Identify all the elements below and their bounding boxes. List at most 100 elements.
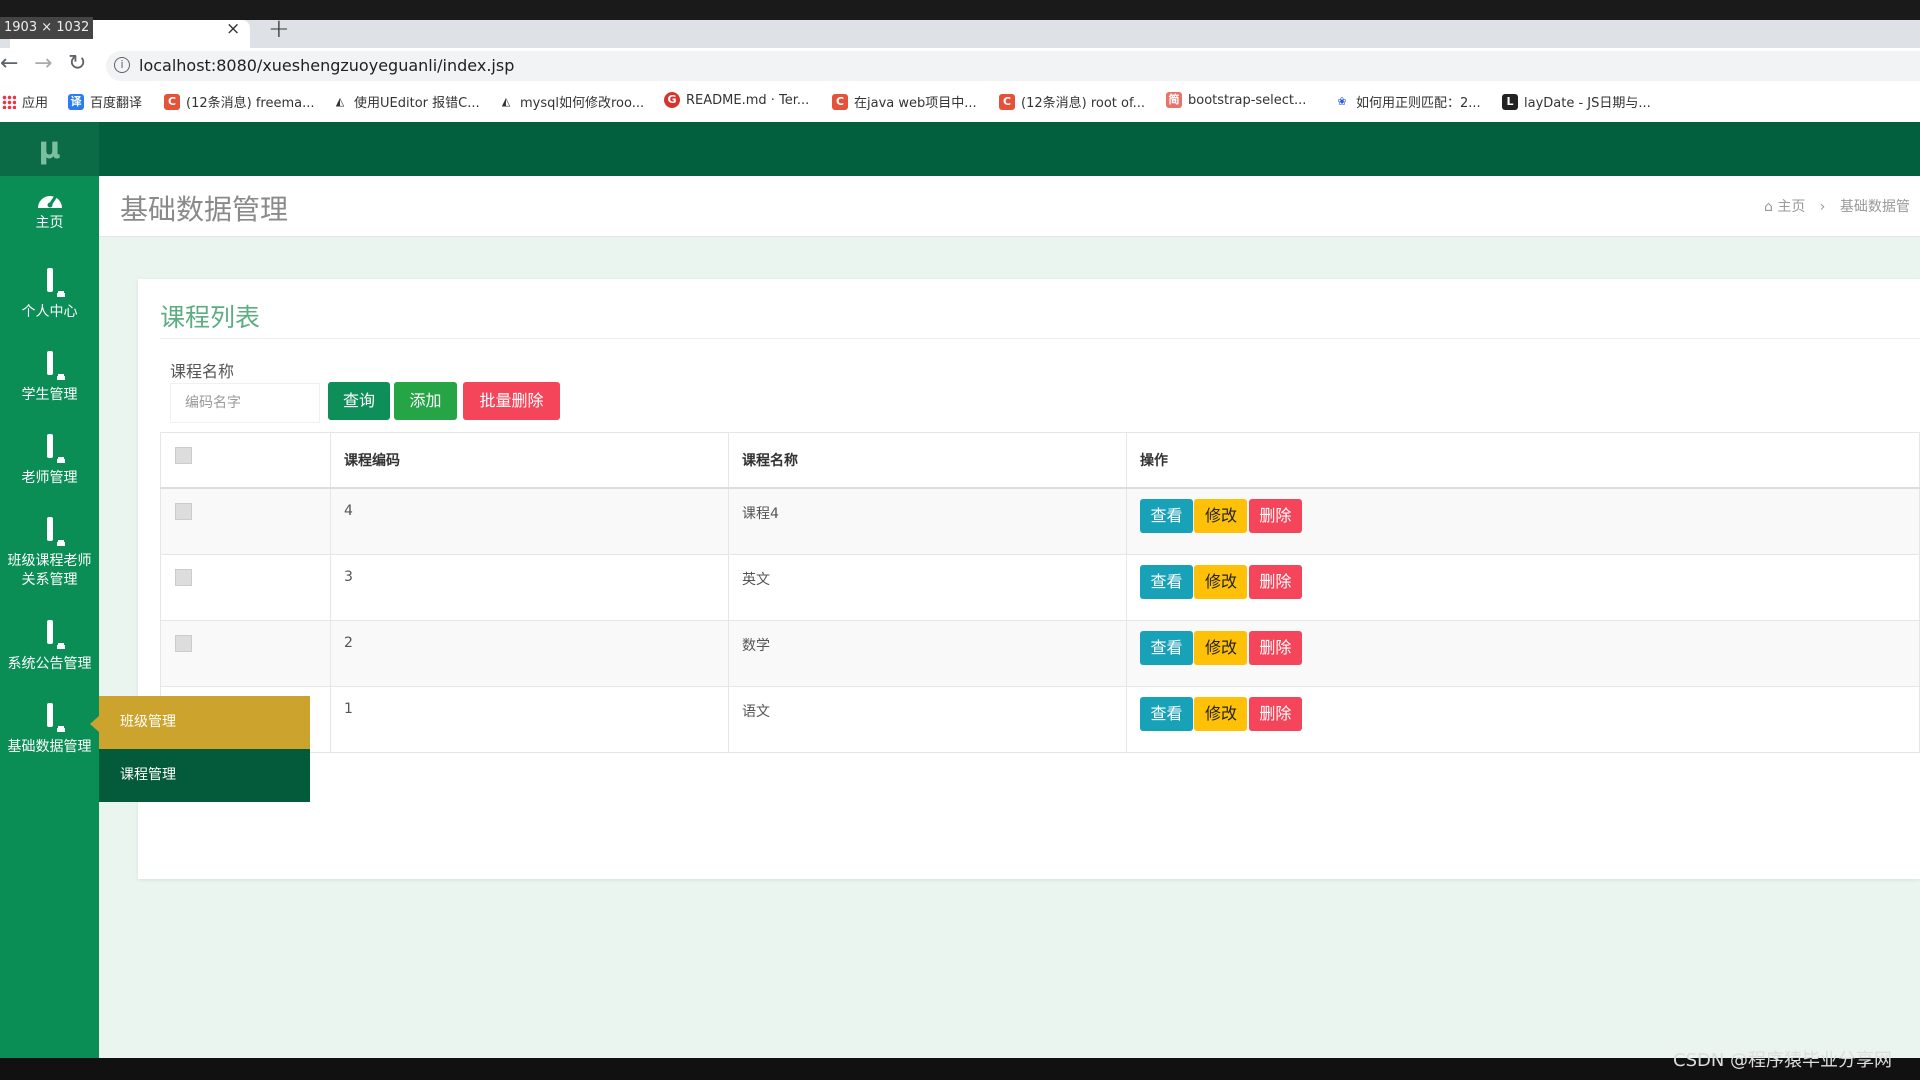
course-name-cell: 英文: [728, 553, 1127, 621]
bookmark-apps[interactable]: 应用: [2, 92, 48, 111]
select-all-cell: [160, 432, 331, 489]
course-table: 课程编码 课程名称 操作 4 课程4 查看 修改 删除 3 英文 查看 修改 删…: [160, 432, 1920, 753]
bookmark-icon: ◭: [501, 94, 511, 108]
bookmark-label: 使用UEditor 报错C...: [354, 96, 480, 111]
forward-icon[interactable]: →: [34, 51, 52, 76]
back-icon[interactable]: ←: [0, 51, 18, 76]
view-button[interactable]: 查看: [1140, 696, 1193, 731]
batch-delete-button[interactable]: 批量删除: [463, 382, 560, 420]
add-button[interactable]: 添加: [394, 382, 457, 420]
edit-button[interactable]: 修改: [1194, 696, 1248, 731]
bookmark-item[interactable]: ❀ 如何用正则匹配：2...: [1334, 92, 1480, 112]
monitor-icon: [0, 517, 99, 541]
sidebar-item-class-course-teacher[interactable]: 班级课程老师关系管理: [0, 517, 99, 590]
query-button[interactable]: 查询: [328, 382, 390, 420]
column-header: 操作: [1126, 432, 1920, 489]
delete-button[interactable]: 删除: [1248, 499, 1302, 533]
divider: [160, 338, 1920, 339]
course-name-search-input[interactable]: [170, 383, 320, 423]
baidu-paw-icon: ❀: [1337, 94, 1347, 108]
edit-button[interactable]: 修改: [1194, 564, 1248, 599]
gitee-icon: G: [664, 92, 680, 108]
view-button[interactable]: 查看: [1140, 499, 1193, 533]
flyout-arrow: [90, 716, 99, 732]
panel-title: 课程列表: [160, 303, 261, 332]
bookmark-label: 百度翻译: [90, 96, 143, 111]
sidebar-item-label: 老师管理: [21, 470, 78, 486]
csdn-icon: C: [832, 93, 848, 110]
sidebar-item-home[interactable]: 主页: [0, 188, 99, 233]
bookmark-label: (12条消息) freema...: [186, 96, 315, 111]
sidebar-item-basic-data[interactable]: 基础数据管理: [0, 703, 99, 757]
bookmark-icon: ◭: [335, 94, 345, 108]
breadcrumb-separator: ›: [1819, 199, 1826, 215]
select-all-checkbox[interactable]: [175, 447, 192, 464]
sidebar-item-label: 基础数据管理: [7, 739, 92, 755]
breadcrumb-home[interactable]: 主页: [1777, 199, 1805, 215]
course-code-cell: 3: [330, 553, 729, 621]
dimension-label: 1903 × 1032: [0, 17, 94, 39]
bookmark-item[interactable]: ◭ mysql如何修改roo...: [498, 92, 645, 112]
table-header-row: 课程编码 课程名称 操作: [160, 432, 1920, 489]
sidebar-item-profile[interactable]: 个人中心: [0, 268, 99, 322]
breadcrumb-current: 基础数据管: [1839, 199, 1910, 215]
url-text[interactable]: localhost:8080/xueshengzuoyeguanli/index…: [139, 56, 514, 75]
bookmark-item[interactable]: C (12条消息) freema...: [164, 92, 314, 111]
sidebar-item-teachers[interactable]: 老师管理: [0, 434, 99, 488]
sidebar-item-label: 个人中心: [21, 304, 78, 320]
view-button[interactable]: 查看: [1140, 564, 1193, 599]
course-name-cell: 课程4: [728, 487, 1127, 555]
csdn-icon: C: [164, 93, 180, 110]
row-checkbox[interactable]: [175, 503, 192, 520]
new-tab-icon[interactable]: +: [268, 14, 290, 44]
translate-icon: 译: [68, 93, 84, 110]
actions-cell: 查看 修改 删除: [1126, 619, 1920, 687]
table-row: 3 英文 查看 修改 删除: [160, 553, 1920, 621]
delete-button[interactable]: 删除: [1248, 630, 1302, 665]
bookmark-item[interactable]: L layDate - JS日期与...: [1502, 92, 1651, 111]
close-tab-icon[interactable]: ×: [226, 19, 240, 39]
row-checkbox[interactable]: [175, 568, 192, 586]
table-row: 1 语文 查看 修改 删除: [160, 685, 1920, 753]
bookmark-item[interactable]: C 在java web项目中...: [832, 92, 977, 111]
bookmark-item[interactable]: 译 百度翻译: [68, 92, 142, 111]
edit-button[interactable]: 修改: [1194, 630, 1248, 665]
delete-button[interactable]: 删除: [1248, 564, 1302, 599]
monitor-icon: [0, 434, 99, 458]
apps-grid-icon: [2, 94, 16, 109]
edit-button[interactable]: 修改: [1194, 499, 1248, 533]
bookmark-item[interactable]: G README.md · Ter...: [664, 92, 809, 108]
bookmark-item[interactable]: ◭ 使用UEditor 报错C...: [332, 92, 480, 112]
page-title: 基础数据管理: [120, 193, 289, 226]
delete-button[interactable]: 删除: [1248, 696, 1302, 731]
bookmark-item[interactable]: C (12条消息) root of...: [999, 92, 1145, 111]
submenu-item-class-management[interactable]: 班级管理: [99, 696, 310, 749]
bookmark-label: (12条消息) root of...: [1021, 96, 1145, 111]
content-header: [99, 176, 1920, 237]
column-header: 课程名称: [728, 432, 1127, 489]
monitor-icon: [0, 703, 99, 727]
info-icon[interactable]: i: [114, 57, 130, 73]
logo: μ: [0, 122, 99, 176]
bookmark-label: mysql如何修改roo...: [520, 96, 645, 111]
actions-cell: 查看 修改 删除: [1126, 685, 1920, 753]
sidebar-item-label: 班级课程老师关系管理: [7, 553, 92, 588]
bookmark-item[interactable]: 简 bootstrap-select...: [1166, 92, 1306, 108]
sidebar-item-label: 主页: [35, 215, 64, 231]
window-bottom-bar: [0, 1058, 1920, 1080]
dashboard-icon: [36, 188, 64, 210]
watermark: CSDN @程序猿毕业分享网: [1673, 1050, 1893, 1071]
home-icon: ⌂: [1764, 199, 1773, 215]
laydate-icon: L: [1502, 93, 1518, 110]
csdn-icon: C: [999, 93, 1015, 110]
basic-data-submenu: 班级管理 课程管理: [99, 696, 310, 802]
sidebar-item-announcements[interactable]: 系统公告管理: [0, 620, 99, 674]
row-checkbox[interactable]: [175, 634, 192, 652]
sidebar-item-students[interactable]: 学生管理: [0, 351, 99, 405]
reload-icon[interactable]: ↻: [68, 51, 86, 76]
filter-label: 课程名称: [170, 362, 235, 381]
monitor-icon: [0, 268, 99, 292]
submenu-item-course-management[interactable]: 课程管理: [99, 749, 310, 802]
view-button[interactable]: 查看: [1140, 630, 1193, 665]
monitor-icon: [0, 620, 99, 644]
